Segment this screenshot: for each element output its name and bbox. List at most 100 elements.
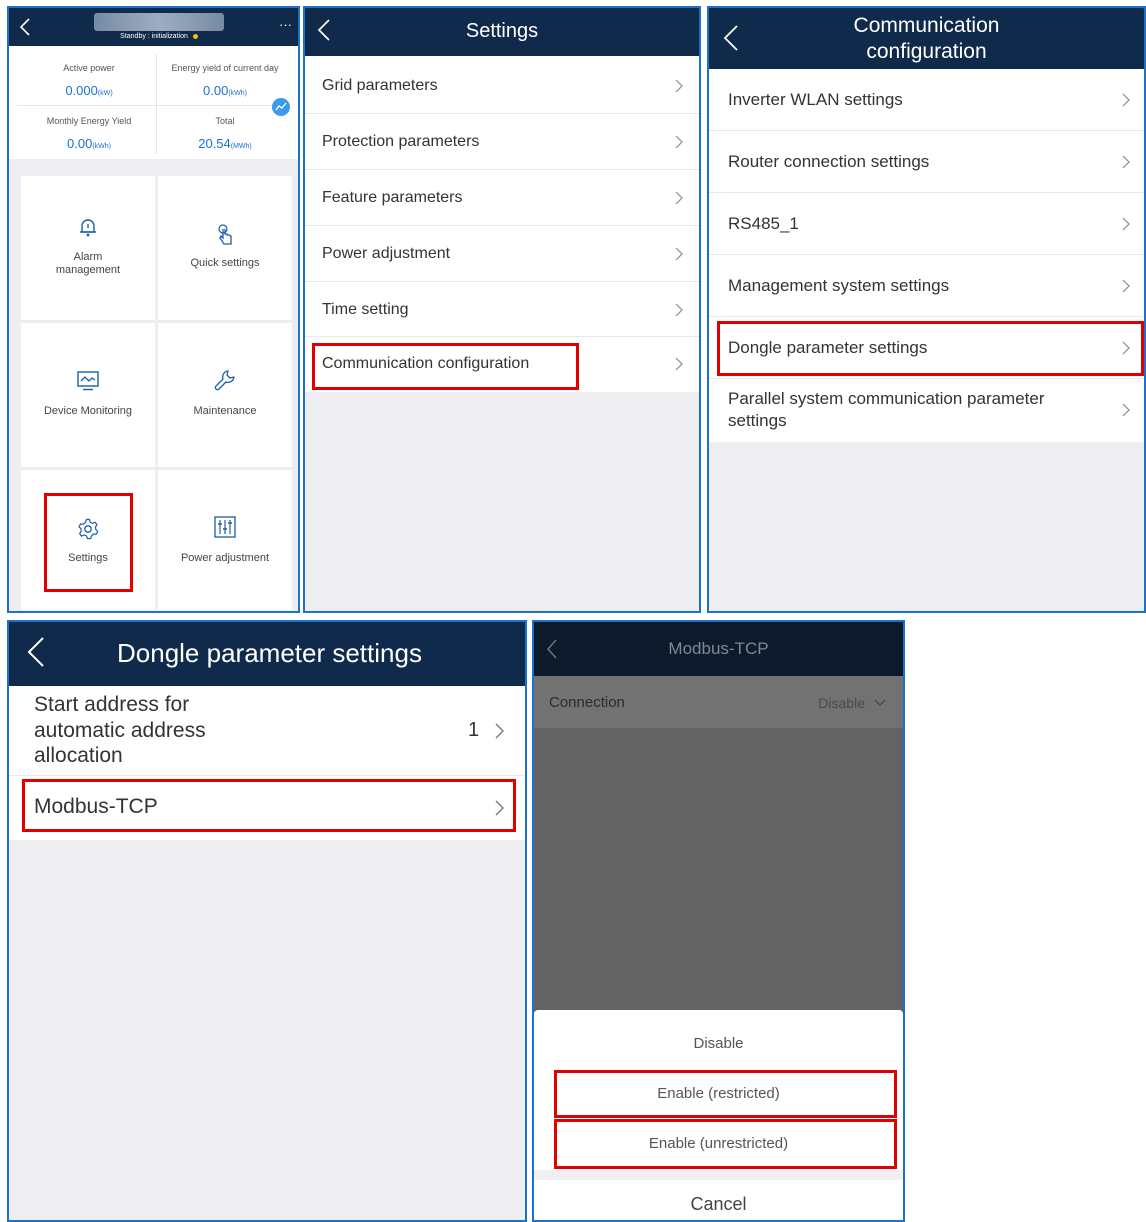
page-title: Dongle parameter settings — [117, 638, 422, 668]
tile-label: Alarm management — [55, 251, 121, 276]
item-label: Router connection settings — [728, 152, 930, 171]
item-label-line2: settings — [728, 411, 787, 430]
item-label: RS485_1 — [728, 214, 799, 233]
tile-label: Settings — [68, 552, 108, 564]
modbus-navbar: Modbus-TCP — [534, 622, 903, 676]
settings-item-power-adjustment[interactable]: Power adjustment — [305, 226, 699, 282]
status-dot — [192, 33, 198, 39]
item-label-line2: automatic address — [34, 719, 206, 742]
tile-power-adjustment[interactable]: Power adjustment — [158, 470, 292, 610]
stat-value: 20.54(MWh) — [198, 136, 252, 151]
item-label: Management system settings — [728, 276, 950, 295]
option-enable-unrestricted[interactable]: Enable (unrestricted) — [534, 1135, 903, 1152]
tile-maintenance[interactable]: Maintenance — [158, 323, 292, 467]
connection-value: Disable — [818, 695, 865, 711]
chevron-right-icon — [1122, 403, 1130, 417]
comm-item-router-connection[interactable]: Router connection settings — [709, 131, 1144, 193]
stat-label: Total — [215, 116, 235, 126]
comm-item-dongle-parameter[interactable]: Dongle parameter settings — [709, 317, 1144, 379]
connection-label: Connection — [549, 694, 625, 711]
chevron-right-icon — [675, 303, 683, 317]
comm-item-parallel-system[interactable]: Parallel system communication parameter … — [709, 379, 1144, 442]
page-title: Settings — [465, 20, 539, 42]
settings-screen: Settings Grid parameters Protection para… — [303, 6, 701, 613]
comm-item-rs485[interactable]: RS485_1 — [709, 193, 1144, 255]
chevron-right-icon — [1122, 279, 1130, 293]
chevron-down-icon — [874, 699, 886, 706]
item-label-line1: Parallel system communication parameter — [728, 389, 1045, 408]
option-enable-restricted[interactable]: Enable (restricted) — [534, 1085, 903, 1102]
home-screen: Standby : initialization ··· Active powe… — [7, 6, 300, 613]
home-navbar: Standby : initialization ··· — [9, 8, 298, 46]
tile-alarm-management[interactable]: Alarm management — [21, 176, 155, 320]
tile-label: Device Monitoring — [43, 405, 133, 417]
dongle-parameter-screen: Dongle parameter settings Start address … — [7, 620, 527, 1222]
bell-icon — [80, 219, 96, 237]
dongle-item-start-address[interactable]: Start address for automatic address allo… — [9, 686, 525, 776]
chevron-right-icon — [675, 247, 683, 261]
empty-area — [305, 392, 699, 611]
modbus-tcp-screen: Modbus-TCP Connection Disable Disable En… — [532, 620, 905, 1222]
gear-icon — [78, 518, 99, 540]
settings-item-time-setting[interactable]: Time setting — [305, 282, 699, 337]
chevron-right-icon — [495, 723, 504, 739]
tile-settings[interactable]: Settings — [21, 470, 155, 610]
stat-label: Active power — [63, 63, 115, 73]
tile-label: Quick settings — [190, 257, 260, 269]
sheet-gap — [534, 1170, 903, 1180]
chevron-right-icon — [1122, 341, 1130, 355]
stats-card: Active power 0.000(kW) Energy yield of c… — [9, 46, 298, 159]
chevron-right-icon — [675, 135, 683, 149]
item-label: Protection parameters — [322, 133, 480, 150]
tile-device-monitoring[interactable]: Device Monitoring — [21, 323, 155, 467]
connection-row[interactable]: Connection Disable — [534, 676, 903, 728]
device-name-blurred — [94, 13, 224, 31]
stat-value: 0.00(kWh) — [203, 83, 247, 98]
cancel-button[interactable]: Cancel — [534, 1194, 903, 1215]
item-label: Power adjustment — [322, 245, 451, 262]
dongle-item-modbus-tcp[interactable]: Modbus-TCP — [9, 776, 525, 840]
settings-item-communication-configuration[interactable]: Communication configuration — [305, 337, 699, 392]
settings-item-grid-parameters[interactable]: Grid parameters — [305, 58, 699, 114]
chevron-right-icon — [675, 357, 683, 371]
settings-item-protection-parameters[interactable]: Protection parameters — [305, 114, 699, 170]
stat-label: Energy yield of current day — [171, 63, 279, 73]
tap-hand-icon — [218, 224, 232, 245]
option-divider — [554, 1120, 883, 1121]
item-label: Feature parameters — [322, 189, 463, 206]
item-label: Communication configuration — [322, 355, 530, 372]
chevron-right-icon — [1122, 217, 1130, 231]
comm-item-management-system[interactable]: Management system settings — [709, 255, 1144, 317]
comm-item-inverter-wlan[interactable]: Inverter WLAN settings — [709, 69, 1144, 131]
item-label-line1: Start address for — [34, 693, 190, 716]
sliders-icon — [214, 516, 236, 538]
chevron-right-icon — [1122, 93, 1130, 107]
tile-quick-settings[interactable]: Quick settings — [158, 176, 292, 320]
page-title: Modbus-TCP — [668, 639, 769, 658]
empty-area — [9, 840, 525, 1220]
back-icon[interactable] — [27, 636, 45, 668]
settings-item-feature-parameters[interactable]: Feature parameters — [305, 170, 699, 226]
page-title-line2: configuration — [866, 40, 987, 63]
item-label-line3: allocation — [34, 744, 123, 767]
empty-area — [709, 442, 1144, 611]
item-label: Inverter WLAN settings — [728, 90, 903, 109]
back-icon[interactable] — [19, 17, 31, 37]
start-address-value: 1 — [468, 719, 480, 741]
more-icon[interactable]: ··· — [279, 17, 292, 32]
item-label: Dongle parameter settings — [728, 338, 928, 357]
chart-trend-icon[interactable] — [272, 98, 290, 116]
action-sheet: Disable Enable (restricted) Enable (unre… — [534, 1010, 903, 1220]
chevron-right-icon — [495, 800, 504, 816]
page-title-line1: Communication — [853, 14, 1000, 37]
item-label: Modbus-TCP — [34, 795, 158, 818]
chevron-right-icon — [1122, 155, 1130, 169]
tile-label: Power adjustment — [180, 552, 270, 564]
communication-configuration-screen: Communication configuration Inverter WLA… — [707, 6, 1146, 613]
option-disable[interactable]: Disable — [534, 1035, 903, 1052]
stat-label: Monthly Energy Yield — [46, 116, 132, 126]
stat-divider-h — [17, 105, 290, 106]
dongle-navbar: Dongle parameter settings — [9, 622, 525, 686]
stat-value: 0.00(kWh) — [67, 136, 111, 151]
chevron-right-icon — [675, 191, 683, 205]
